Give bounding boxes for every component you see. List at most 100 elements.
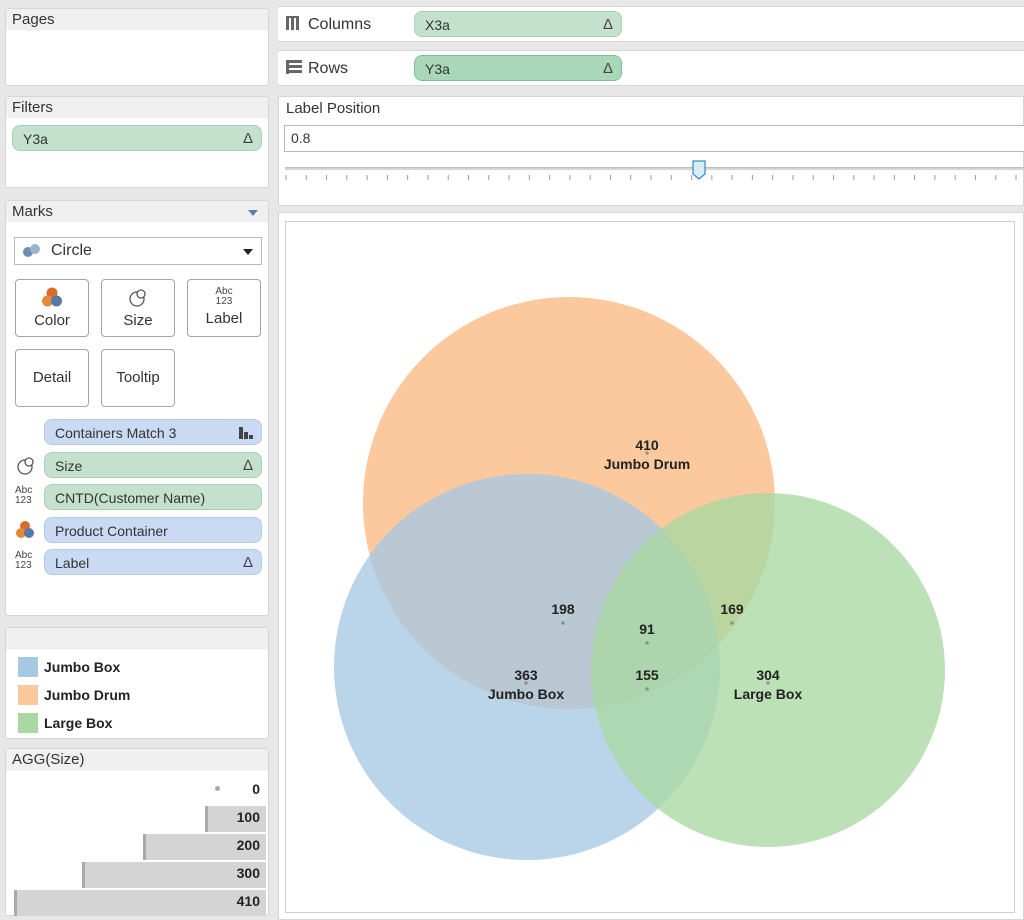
size-legend-bar [14, 890, 266, 916]
color-button[interactable]: Color [15, 279, 89, 337]
venn-point [561, 621, 565, 625]
color-button-label: Color [34, 312, 70, 329]
label-button-label: Label [205, 310, 243, 327]
mark-field-containers-match[interactable]: Containers Match 3 [44, 419, 262, 445]
mark-field-label: CNTD(Customer Name) [55, 490, 206, 506]
filter-pill-label: Y3a [23, 131, 48, 147]
venn-intersection-value: 198 [551, 601, 575, 617]
label-field-icon: Abc 123 [15, 485, 33, 506]
parameter-control: Label Position 0.8 [278, 96, 1024, 206]
rows-shelf-label: Rows [286, 51, 348, 87]
legend-swatch [18, 657, 38, 677]
size-legend-value: 300 [236, 865, 260, 881]
size-button-label: Size [123, 312, 153, 329]
venn-intersection-value: 155 [635, 667, 659, 683]
size-legend-value: 100 [236, 809, 260, 825]
abc-123-icon: Abc 123 [215, 286, 233, 307]
rows-pill-y3a[interactable]: Y3a Δ [414, 55, 622, 81]
size-legend-value: 410 [236, 893, 260, 909]
marks-title-text: Marks [12, 203, 53, 220]
legend-swatch [18, 713, 38, 733]
chart-frame: 410 Jumbo Drum 363 Jumbo Box 304 Large Box 198… [285, 221, 1015, 913]
size-legend-value: 0 [252, 781, 260, 797]
venn-point [645, 641, 649, 645]
columns-pill-x3a[interactable]: X3a Δ [414, 11, 622, 37]
circle-mark-icon [23, 244, 40, 257]
color-legend-panel: Jumbo Box Jumbo Drum Large Box [5, 627, 269, 739]
parameter-title: Label Position [286, 100, 381, 117]
tooltip-button[interactable]: Tooltip [101, 349, 175, 407]
size-field-icon [17, 457, 34, 475]
slider-ticks [285, 175, 1017, 180]
rows-shelf[interactable]: Rows Y3a Δ [278, 50, 1024, 86]
legend-label: Large Box [44, 715, 113, 731]
size-legend-zero-dot [215, 786, 220, 791]
delta-icon: Δ [602, 16, 613, 33]
legend-swatch [18, 685, 38, 705]
venn-point [730, 621, 734, 625]
mark-type-dropdown[interactable]: Circle [14, 237, 262, 265]
delta-icon: Δ [242, 554, 253, 571]
columns-shelf-label: Columns [286, 7, 371, 43]
venn-point [645, 687, 649, 691]
color-icon [42, 287, 62, 307]
size-legend-panel: AGG(Size) 0 100 200 300 410 [5, 748, 269, 916]
color-legend-header [6, 628, 268, 650]
delta-icon: Δ [242, 457, 253, 474]
venn-name-large-box: Large Box [734, 686, 803, 702]
venn-intersection-value: 169 [720, 601, 744, 617]
marks-collapse-icon[interactable] [248, 210, 258, 216]
columns-pill-label: X3a [425, 17, 450, 33]
venn-value-jumbo-drum: 410 [635, 437, 659, 453]
filters-title: Filters [6, 97, 268, 119]
mark-field-label: Product Container [55, 523, 168, 539]
mark-field-cntd-customer[interactable]: CNTD(Customer Name) [44, 484, 262, 510]
pages-panel[interactable]: Pages [5, 8, 269, 86]
columns-shelf[interactable]: Columns X3a Δ [278, 6, 1024, 42]
legend-label: Jumbo Drum [44, 687, 131, 703]
filter-pill-y3a[interactable]: Y3a Δ [12, 125, 262, 151]
rows-icon [286, 60, 302, 74]
view-area: 410 Jumbo Drum 363 Jumbo Box 304 Large Box 198… [278, 212, 1024, 920]
legend-label: Jumbo Box [44, 659, 121, 675]
parameter-value: 0.8 [291, 130, 311, 146]
columns-icon [286, 16, 299, 30]
venn-chart: 410 Jumbo Drum 363 Jumbo Box 304 Large Box 198… [334, 297, 945, 860]
slider-track[interactable] [285, 167, 1024, 170]
mark-field-product-container[interactable]: Product Container [44, 517, 262, 543]
venn-intersection-value: 91 [639, 621, 655, 637]
mark-field-size[interactable]: Size Δ [44, 452, 262, 478]
marks-title: Marks [6, 201, 268, 223]
venn-value-large-box: 304 [756, 667, 780, 683]
venn-name-jumbo-box: Jumbo Box [488, 686, 564, 702]
rows-label-text: Rows [308, 60, 349, 77]
mark-field-label: Size [55, 458, 83, 474]
label-button[interactable]: Abc 123 Label [187, 279, 261, 337]
marks-panel: Marks Circle Color Size Abc 123 Label De… [5, 200, 269, 616]
size-icon [129, 289, 146, 307]
detail-button[interactable]: Detail [15, 349, 89, 407]
size-legend-value: 200 [236, 837, 260, 853]
mark-field-label: Containers Match 3 [55, 425, 177, 441]
mark-type-label: Circle [51, 242, 92, 259]
delta-icon: Δ [242, 130, 253, 147]
chevron-down-icon [243, 249, 253, 255]
pages-title: Pages [6, 9, 268, 31]
color-field-icon [16, 521, 34, 538]
parameter-value-input[interactable]: 0.8 [284, 125, 1024, 152]
mark-field-label-text: Label [55, 555, 90, 571]
tooltip-button-label: Tooltip [116, 369, 160, 386]
filters-panel[interactable]: Filters Y3a Δ [5, 96, 269, 188]
detail-button-label: Detail [32, 369, 72, 386]
venn-name-jumbo-drum: Jumbo Drum [604, 456, 690, 472]
slider-thumb[interactable] [692, 160, 707, 180]
delta-icon: Δ [602, 60, 613, 77]
size-legend-title: AGG(Size) [6, 749, 268, 771]
venn-value-jumbo-box: 363 [514, 667, 538, 683]
size-button[interactable]: Size [101, 279, 175, 337]
sort-bars-icon [239, 427, 253, 439]
mark-field-label[interactable]: Label Δ [44, 549, 262, 575]
label-field-icon: Abc 123 [15, 550, 33, 571]
columns-label-text: Columns [308, 16, 372, 33]
rows-pill-label: Y3a [425, 61, 450, 77]
